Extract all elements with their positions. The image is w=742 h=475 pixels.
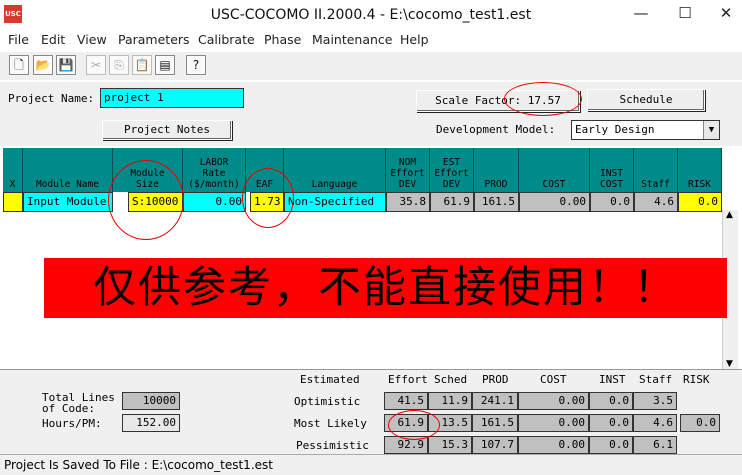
annotation-circle-eaf [242,168,294,228]
development-model-value: Early Design [575,123,655,136]
hours-pm-input[interactable]: 152.00 [122,414,180,432]
col-header-prod[interactable]: PROD [474,148,519,192]
warning-banner: 仅供参考，不能直接使用！！ [44,258,727,318]
menu-phase[interactable]: Phase [264,32,301,47]
staff-cell: 4.6 [634,192,678,212]
col-header-module-name[interactable]: Module Name [23,148,113,192]
col-effort: Effort [388,373,428,386]
risk-cell[interactable]: 0.0 [678,192,722,212]
project-panel: Project Name: project 1 Project Notes Sc… [0,82,742,146]
nom-effort-cell: 35.8 [386,192,430,212]
col-header-cost[interactable]: COST [519,148,590,192]
chevron-down-icon[interactable]: ▼ [703,121,719,139]
pessimistic-inst: 0.0 [589,436,633,454]
col-header-x[interactable]: X [3,148,23,192]
col-header-language[interactable]: Language [284,148,386,192]
menu-file[interactable]: File [8,32,29,47]
menu-help[interactable]: Help [400,32,429,47]
cost-cell: 0.00 [519,192,590,212]
pessimistic-sched: 15.3 [428,436,472,454]
inst-cost-cell: 0.0 [590,192,634,212]
cut-icon[interactable]: ✂ [86,55,106,75]
new-file-icon[interactable]: 🗋 [9,55,29,75]
annotation-circle-scale-factor [504,82,582,116]
hours-pm-label: Hours/PM: [42,417,102,430]
pessimistic-staff: 6.1 [633,436,677,454]
col-header-est-effort[interactable]: EST Effort DEV [430,148,474,192]
col-sched: Sched [434,373,468,386]
col-risk: RISK [683,373,710,386]
optimistic-cost: 0.00 [518,392,589,410]
paste-icon[interactable]: 📋 [132,55,152,75]
most-likely-cost: 0.00 [518,414,589,432]
copy-icon[interactable]: ⎘ [109,55,129,75]
est-effort-cell: 61.9 [430,192,474,212]
total-lines-label: Total Lines of Code: [42,391,115,415]
optimistic-inst: 0.0 [589,392,633,410]
col-header-inst-cost[interactable]: INST COST [590,148,634,192]
close-button[interactable]: ✕ [711,2,741,26]
col-header-nom-effort[interactable]: NOM Effort DEV [386,148,430,192]
most-likely-prod: 161.5 [472,414,518,432]
scroll-down-icon[interactable]: ▼ [726,359,733,369]
col-prod: PROD [482,373,509,386]
project-notes-button[interactable]: Project Notes [102,120,232,140]
total-lines-value: 10000 [122,392,180,410]
open-folder-icon[interactable]: 📂 [33,55,53,75]
col-cost: COST [540,373,567,386]
schedule-button[interactable]: Schedule [587,89,705,111]
warning-banner-text: 仅供参考，不能直接使用！！ [93,263,678,313]
development-model-label: Development Model: [436,123,556,136]
module-name-cell[interactable]: Input Module [23,192,113,212]
annotation-circle-effort [388,410,440,440]
optimistic-sched: 11.9 [428,392,472,410]
language-cell[interactable]: Non-Specified [284,192,386,212]
row-select-cell[interactable] [3,192,23,212]
pessimistic-prod: 107.7 [472,436,518,454]
most-likely-label: Most Likely [294,417,367,430]
status-bar: Project Is Saved To File : E:\cocomo_tes… [0,454,742,475]
most-likely-inst: 0.0 [589,414,633,432]
labor-rate-cell[interactable]: 0.00 [183,192,246,212]
most-likely-risk: 0.0 [680,414,720,432]
menu-maintenance[interactable]: Maintenance [312,32,393,47]
most-likely-staff: 4.6 [633,414,677,432]
title-bar: USC USC-COCOMO II.2000.4 - E:\cocomo_tes… [0,0,742,31]
add-module-icon[interactable]: ▤ [155,55,175,75]
optimistic-effort: 41.5 [384,392,428,410]
col-inst: INST [599,373,626,386]
optimistic-staff: 3.5 [633,392,677,410]
save-icon[interactable]: 💾 [56,55,76,75]
toolbar: 🗋 📂 💾 ✂ ⎘ 📋 ▤ ? [0,52,742,80]
col-header-labor-rate[interactable]: LABOR Rate ($/month) [183,148,246,192]
menu-view[interactable]: View [77,32,107,47]
scroll-up-icon[interactable]: ▲ [726,210,733,220]
project-name-input[interactable]: project 1 [100,88,244,108]
col-header-risk[interactable]: RISK [678,148,722,192]
maximize-button[interactable]: ☐ [670,2,700,26]
optimistic-prod: 241.1 [472,392,518,410]
minimize-button[interactable]: — [626,2,656,26]
menu-parameters[interactable]: Parameters [118,32,190,47]
pessimistic-label: Pessimistic [296,439,369,452]
col-header-staff[interactable]: Staff [634,148,678,192]
col-staff: Staff [639,373,673,386]
help-icon[interactable]: ? [186,55,206,75]
menu-bar: File Edit View Parameters Calibrate Phas… [0,31,742,50]
estimate-summary-panel: Total Lines of Code: 10000 Hours/PM: 152… [0,369,742,454]
annotation-circle-module-size [108,160,184,240]
project-name-label: Project Name: [8,92,95,105]
menu-edit[interactable]: Edit [41,32,65,47]
prod-cell: 161.5 [474,192,519,212]
menu-calibrate[interactable]: Calibrate [198,32,255,47]
optimistic-label: Optimistic [294,395,361,408]
pessimistic-cost: 0.00 [518,436,589,454]
estimated-label: Estimated [300,373,360,386]
development-model-select[interactable]: Early Design ▼ [571,120,720,140]
